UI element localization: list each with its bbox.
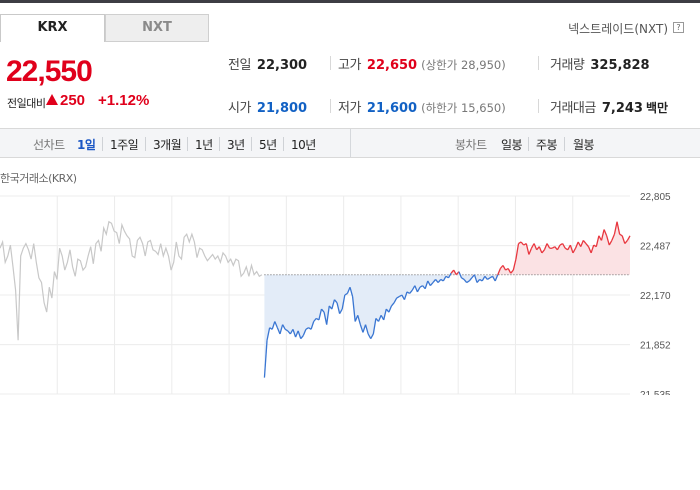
top-border (0, 0, 700, 3)
stat-amount: 거래대금 7,243 백만 (550, 97, 668, 116)
range-3m[interactable]: 3개월 (153, 136, 182, 153)
change-rate: +1.12% (98, 92, 150, 109)
change-label: 전일대비 (7, 97, 46, 110)
series-line-previous (0, 220, 263, 341)
divider (528, 137, 529, 151)
stat-label: 시가 (228, 101, 251, 116)
line-chart-title: 선차트 (33, 138, 65, 152)
stat-value: 21,800 (256, 101, 308, 116)
candle-weekly[interactable]: 주봉 (536, 136, 558, 153)
stat-prev-close: 전일 22,300 (228, 54, 307, 73)
stat-sub: (상한가 28,950) (421, 58, 506, 72)
candle-daily[interactable]: 일봉 (501, 136, 523, 153)
y-tick-label: 22,805 (640, 192, 671, 203)
tab-krx[interactable]: KRX (0, 14, 105, 42)
stat-value: 22,650 (366, 58, 418, 73)
stat-label: 거래량 (550, 58, 585, 73)
candle-monthly[interactable]: 월봉 (573, 136, 595, 153)
divider (283, 137, 284, 151)
stat-value: 21,600 (366, 101, 418, 116)
y-axis-ticks: 22,805 22,487 22,170 21,852 21,535 (640, 192, 671, 395)
divider (102, 137, 103, 151)
chart-range-bar: 선차트 1일 1주일 3개월 1년 3년 5년 10년 봉차트 일봉 주봉 월봉 (0, 128, 700, 158)
stat-value: 325,828 (590, 58, 650, 73)
stat-unit: 백만 (645, 101, 669, 115)
stat-value: 7,243 (601, 101, 643, 116)
divider (564, 137, 565, 151)
stat-high: 고가 22,650 (상한가 28,950) (338, 54, 506, 73)
divider (251, 137, 252, 151)
divider (350, 129, 351, 157)
range-1y[interactable]: 1년 (195, 136, 213, 153)
y-tick-label: 21,535 (640, 390, 671, 395)
divider (145, 137, 146, 151)
tab-nxt[interactable]: NXT (105, 14, 209, 42)
divider (538, 99, 539, 113)
nxt-link[interactable]: 넥스트레이드(NXT) (568, 20, 668, 37)
y-tick-label: 22,170 (640, 291, 671, 302)
divider (330, 56, 331, 70)
divider (219, 137, 220, 151)
range-5y[interactable]: 5년 (259, 136, 277, 153)
stat-volume: 거래량 325,828 (550, 54, 650, 73)
help-icon[interactable]: ? (673, 22, 684, 33)
stat-label: 전일 (228, 58, 251, 73)
range-10y[interactable]: 10년 (291, 136, 316, 153)
current-price: 22,550 (6, 55, 93, 88)
y-tick-label: 22,487 (640, 242, 671, 253)
change-value: 250 (60, 92, 86, 109)
y-tick-label: 21,852 (640, 341, 671, 352)
stat-value: 22,300 (256, 58, 308, 73)
candle-chart-title: 봉차트 (455, 138, 487, 152)
range-3y[interactable]: 3년 (227, 136, 245, 153)
stat-sub: (하한가 15,650) (421, 101, 506, 115)
range-1w[interactable]: 1주일 (110, 136, 139, 153)
up-triangle-icon (46, 94, 58, 105)
stat-label: 저가 (338, 101, 361, 116)
divider (330, 99, 331, 113)
divider (538, 56, 539, 70)
stat-open: 시가 21,800 (228, 97, 307, 116)
area-below-baseline (264, 274, 449, 378)
stat-low: 저가 21,600 (하한가 15,650) (338, 97, 506, 116)
divider (187, 137, 188, 151)
price-line-chart: 22,805 22,487 22,170 21,852 21,535 (0, 192, 671, 395)
range-1d[interactable]: 1일 (77, 136, 96, 153)
chart-caption: 한국거래소(KRX) (0, 172, 77, 185)
stat-label: 고가 (338, 58, 361, 73)
stat-label: 거래대금 (550, 101, 596, 116)
